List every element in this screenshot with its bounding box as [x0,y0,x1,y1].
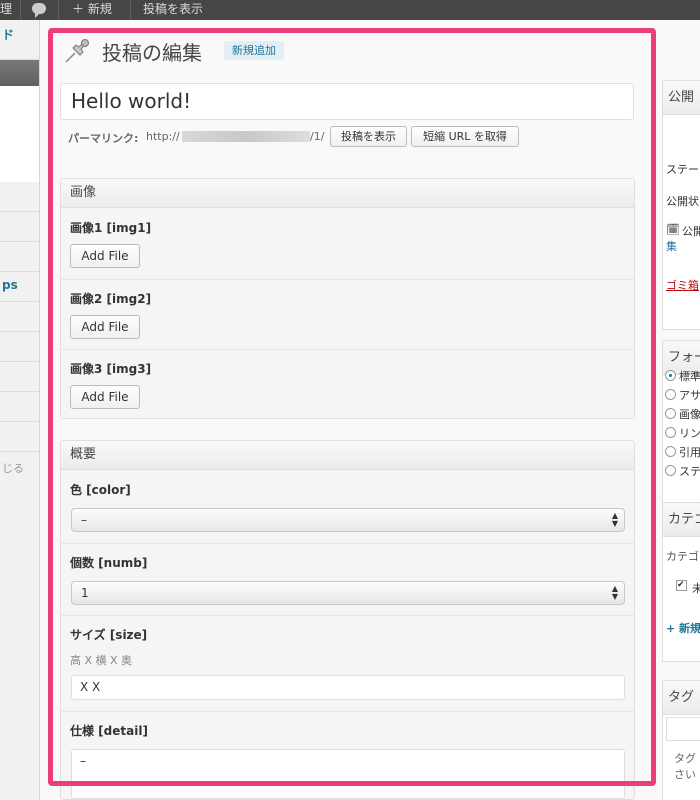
get-shortlink-button[interactable]: 短縮 URL を取得 [411,126,519,147]
numb-field: 個数 [numb] 1 ▲ ▼ [61,543,634,615]
format-option-label: 画像 [679,408,700,421]
detail-field-label: 仕様 [detail] [70,724,148,738]
numb-select[interactable]: 1 ▲ ▼ [71,581,625,605]
pushpin-icon [65,39,89,63]
image-field-label: 画像3 [img3] [70,362,152,376]
color-field-label: 色 [color] [70,483,131,497]
format-radio[interactable] [665,427,676,438]
detail-field: 仕様 [detail] – [61,711,634,799]
format-option-label: 引用 [679,446,700,459]
size-input[interactable]: X X [71,675,625,700]
format-radio[interactable] [665,389,676,400]
format-option-label: ステ [679,465,700,478]
overview-metabox-title[interactable]: 概要 [61,441,634,470]
admin-menu: ド ps じる [0,20,40,800]
image-field-label: 画像1 [img1] [70,221,152,235]
permalink-prefix[interactable]: http:// [146,130,180,143]
visibility-label: 公開状 [666,195,699,208]
select-arrows-icon: ▲ ▼ [611,511,618,528]
numb-field-label: 個数 [numb] [70,556,148,570]
format-radio[interactable] [665,446,676,457]
images-metabox: 画像 画像1 [img1] Add File 画像2 [img2] Add Fi… [60,178,635,419]
comments-icon[interactable] [32,3,46,18]
tags-hint: タグ [674,752,696,765]
permalink-suffix[interactable]: /1/ [310,130,324,143]
categories-box-title[interactable]: カテゴ [663,503,700,537]
tags-box-title[interactable]: タグ [663,681,700,715]
calendar-icon: 🗓 [666,223,680,236]
size-hint: 高 X 横 X 奥 [70,654,133,667]
menu-item[interactable] [0,362,39,392]
menu-item-dashboard[interactable]: ド [0,20,39,60]
admin-bar-new-button[interactable]: ＋ 新規 [72,0,112,20]
admin-bar-item-manage[interactable]: 理 [0,0,12,20]
menu-item-label: ps [2,278,18,292]
format-box: フォー [662,340,700,505]
add-file-button[interactable]: Add File [70,244,140,268]
schedule-edit-link[interactable]: 集 [666,238,677,254]
menu-item-apps[interactable]: ps [0,272,39,302]
format-option-label: 標準 [679,370,700,383]
menu-item[interactable] [0,182,39,212]
menu-item[interactable] [0,242,39,272]
numb-select-value: 1 [81,586,89,600]
image-field: 画像3 [img3] Add File [61,349,634,419]
view-post-button[interactable]: 投稿を表示 [330,126,407,147]
size-field-label: サイズ [size] [70,628,148,642]
sidebar: 公開 ステー 公開状 🗓 公開 集 ゴミ箱 フォー 標準 アサ 画像 リン 引用… [660,20,700,800]
page-title: 投稿の編集 [102,41,202,65]
menu-item[interactable] [0,212,39,242]
categories-tab[interactable]: カテゴ [666,548,699,564]
tag-input[interactable] [666,717,700,741]
permalink-redacted [182,131,310,142]
image-field: 画像2 [img2] Add File [61,279,634,349]
admin-bar: 理 ＋ 新規 投稿を表示 [0,0,700,20]
menu-item-label: ド [2,28,15,42]
collapse-menu[interactable]: じる [2,460,24,476]
add-new-button[interactable]: 新規追加 [224,41,284,60]
category-checkbox[interactable]: ✔ [676,580,687,591]
format-radio[interactable] [665,408,676,419]
color-select-value: – [81,513,87,527]
format-radio-standard[interactable] [665,370,676,381]
color-field: 色 [color] – ▲ ▼ [61,471,634,543]
overview-metabox: 概要 色 [color] – ▲ ▼ 個数 [numb] 1 ▲ ▼ サイズ [si… [60,440,635,800]
add-file-button[interactable]: Add File [70,315,140,339]
move-to-trash-link[interactable]: ゴミ箱 [666,277,699,293]
schedule-label: 公開 [682,225,700,238]
menu-item[interactable] [0,392,39,422]
menu-item[interactable] [0,332,39,362]
detail-textarea[interactable]: – [71,749,625,799]
category-label: 未 [692,582,700,595]
format-radio[interactable] [665,465,676,476]
admin-bar-view-post[interactable]: 投稿を表示 [143,0,203,20]
publish-box-title[interactable]: 公開 [663,81,700,115]
format-option-label: アサ [679,389,700,402]
tags-hint: さい [674,768,696,781]
format-option-label: リン [679,427,700,440]
submenu-panel [0,86,39,182]
permalink-label: パーマリンク: [68,132,139,145]
color-select[interactable]: – ▲ ▼ [71,508,625,532]
menu-item-current[interactable] [0,60,39,86]
status-label: ステー [666,163,699,176]
images-metabox-title[interactable]: 画像 [61,179,634,208]
size-field: サイズ [size] 高 X 横 X 奥 X X [61,615,634,711]
menu-item[interactable] [0,302,39,332]
add-file-button[interactable]: Add File [70,385,140,409]
menu-item[interactable] [0,422,39,452]
image-field: 画像1 [img1] Add File [61,209,634,279]
image-field-label: 画像2 [img2] [70,292,152,306]
add-new-category-link[interactable]: + 新規 [666,620,700,636]
select-arrows-icon: ▲ ▼ [611,584,618,601]
post-title-input[interactable]: Hello world! [60,83,634,120]
